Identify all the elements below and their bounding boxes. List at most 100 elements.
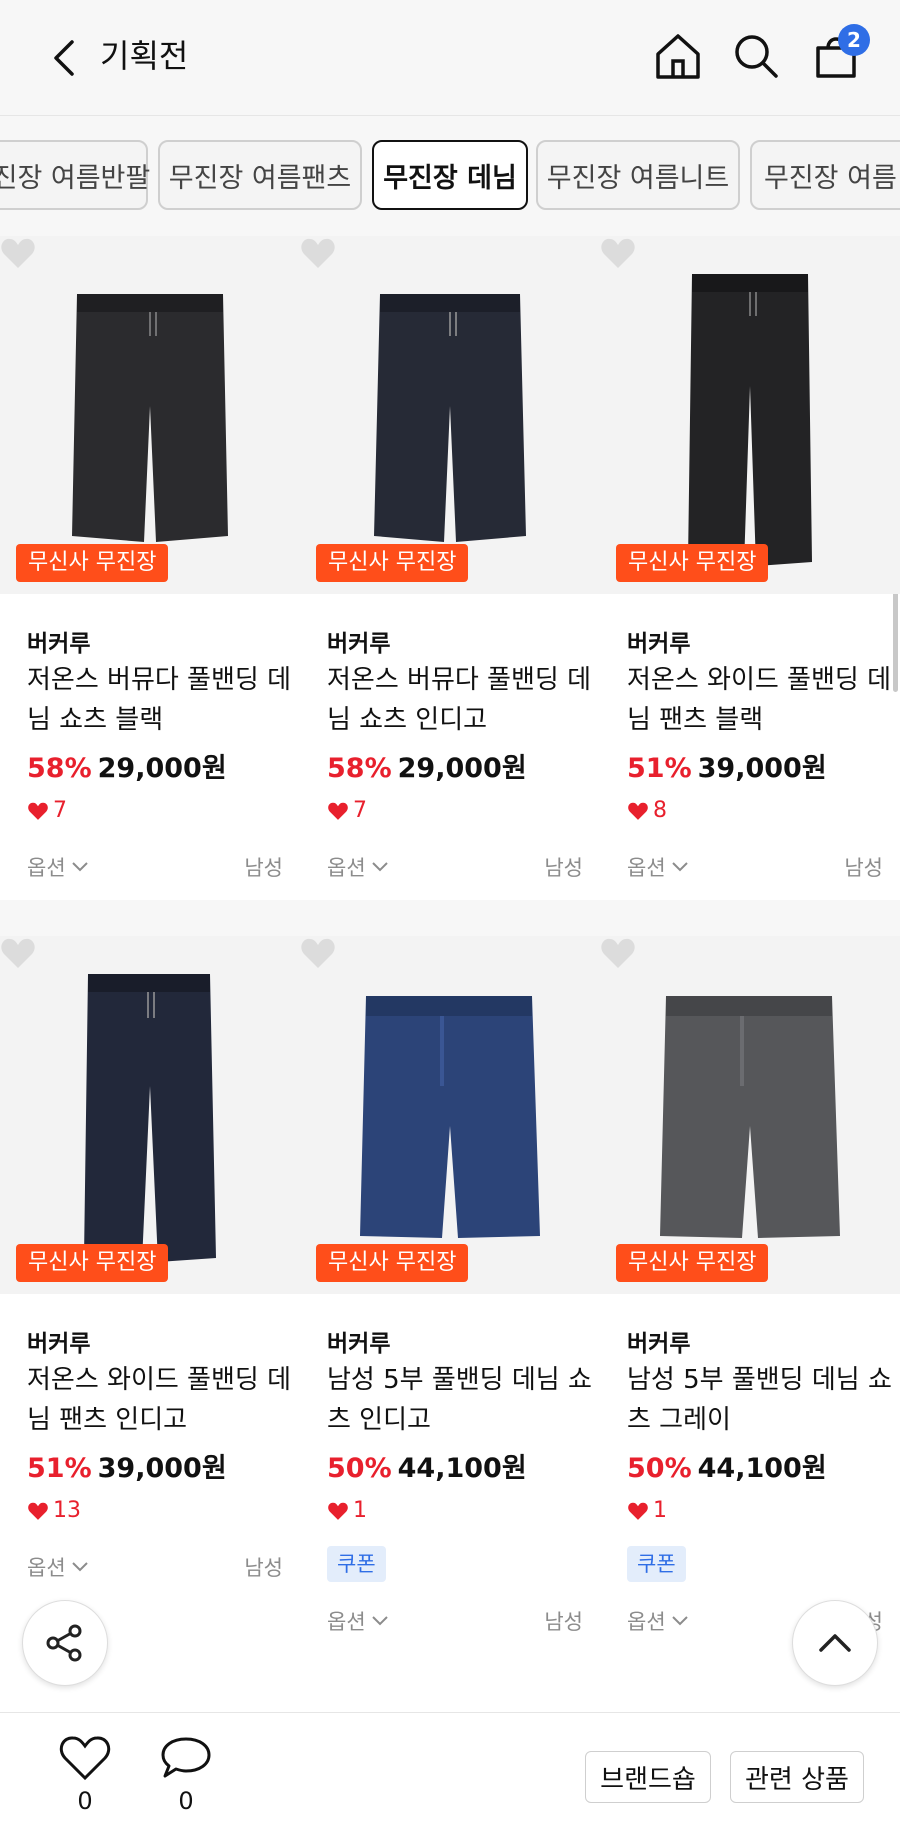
wishlist-heart-icon[interactable] bbox=[300, 936, 336, 970]
option-dropdown[interactable]: 옵션 bbox=[27, 852, 88, 882]
option-dropdown[interactable]: 옵션 bbox=[627, 852, 688, 882]
brand-name: 버커루 bbox=[627, 1331, 691, 1357]
brand-name: 버커루 bbox=[27, 1331, 91, 1357]
product-card[interactable]: 무신사 무진장 버커루 저온스 버뮤다 풀밴딩 데님 쇼츠 인디고 58% 29,… bbox=[300, 236, 600, 936]
option-dropdown[interactable]: 옵션 bbox=[627, 1606, 688, 1636]
product-image[interactable]: 무신사 무진장 bbox=[300, 936, 600, 1294]
price: 39,000원 bbox=[97, 1453, 227, 1484]
price-row: 51% 39,000원 bbox=[27, 1446, 227, 1485]
comment-button[interactable]: 0 bbox=[156, 1735, 216, 1815]
option-row: 옵션 남성 bbox=[27, 852, 283, 886]
share-button[interactable] bbox=[22, 1600, 108, 1686]
wishlist-heart-icon[interactable] bbox=[300, 236, 336, 270]
related-products-button[interactable]: 관련 상품 bbox=[730, 1751, 864, 1803]
tab-label: 무진장 여름팬츠 bbox=[168, 162, 352, 194]
gender-label: 남성 bbox=[544, 856, 583, 880]
product-name[interactable]: 저온스 와이드 풀밴딩 데님 팬츠 인디고 bbox=[27, 1360, 297, 1440]
product-name[interactable]: 남성 5부 풀밴딩 데님 쇼츠 그레이 bbox=[627, 1360, 897, 1440]
price-row: 51% 39,000원 bbox=[627, 746, 827, 785]
comment-total: 0 bbox=[178, 1787, 194, 1815]
musinsa-tag: 무신사 무진장 bbox=[316, 1244, 469, 1282]
brand-shop-button[interactable]: 브랜드숍 bbox=[585, 1751, 711, 1803]
like-count: 7 bbox=[27, 798, 67, 823]
like-count: 7 bbox=[327, 798, 367, 823]
wishlist-heart-icon[interactable] bbox=[600, 236, 636, 270]
tab-label: 무진장 데님 bbox=[383, 162, 517, 194]
option-label: 옵션 bbox=[327, 1610, 366, 1634]
search-button[interactable] bbox=[728, 28, 784, 84]
brand-name: 버커루 bbox=[327, 1331, 391, 1357]
search-icon bbox=[735, 35, 778, 78]
tab-summer-tee[interactable]: 무진장 여름반팔 bbox=[0, 140, 150, 210]
heart-icon bbox=[28, 802, 48, 820]
like-button[interactable]: 0 bbox=[55, 1735, 115, 1815]
product-card[interactable]: 무신사 무진장 버커루 저온스 버뮤다 풀밴딩 데님 쇼츠 블랙 58% 29,0… bbox=[0, 236, 300, 936]
product-image[interactable]: 무신사 무진장 bbox=[0, 936, 300, 1294]
option-dropdown[interactable]: 옵션 bbox=[327, 852, 388, 882]
home-button[interactable] bbox=[650, 28, 706, 84]
option-row: 옵션 남성 bbox=[327, 852, 583, 886]
chevron-up-icon bbox=[819, 1634, 851, 1652]
category-tabs: 무진장 여름반팔 무진장 여름팬츠 무진장 데님 무진장 여름니트 무진장 여름 bbox=[0, 116, 900, 236]
price: 39,000원 bbox=[697, 753, 827, 784]
heart-icon bbox=[328, 1502, 348, 1520]
product-card[interactable]: 무신사 무진장 버커루 남성 5부 풀밴딩 데님 쇼츠 인디고 50% 44,10… bbox=[300, 936, 600, 1696]
price: 44,100원 bbox=[397, 1453, 527, 1484]
tab-denim[interactable]: 무진장 데님 bbox=[372, 140, 528, 210]
price: 29,000원 bbox=[97, 753, 227, 784]
product-card[interactable]: 무신사 무진장 버커루 저온스 와이드 풀밴딩 데님 팬츠 인디고 51% 39,… bbox=[0, 936, 300, 1696]
like-count: 8 bbox=[627, 798, 667, 823]
cart-count-badge: 2 bbox=[838, 24, 870, 56]
chevron-down-icon bbox=[671, 862, 688, 872]
option-label: 옵션 bbox=[27, 856, 66, 880]
gender-label: 남성 bbox=[544, 1610, 583, 1634]
discount-rate: 50% bbox=[327, 1453, 392, 1484]
option-row: 옵션 남성 bbox=[627, 852, 883, 886]
discount-rate: 51% bbox=[627, 753, 692, 784]
option-dropdown[interactable]: 옵션 bbox=[27, 1552, 88, 1582]
discount-rate: 58% bbox=[27, 753, 92, 784]
gender-label: 남성 bbox=[244, 856, 283, 880]
musinsa-tag: 무신사 무진장 bbox=[616, 544, 769, 582]
back-button[interactable] bbox=[44, 32, 84, 84]
discount-rate: 50% bbox=[627, 1453, 692, 1484]
brand-name: 버커루 bbox=[627, 631, 691, 657]
product-image[interactable]: 무신사 무진장 bbox=[600, 936, 900, 1294]
price: 29,000원 bbox=[397, 753, 527, 784]
product-name[interactable]: 남성 5부 풀밴딩 데님 쇼츠 인디고 bbox=[327, 1360, 597, 1440]
product-card[interactable]: 무신사 무진장 버커루 남성 5부 풀밴딩 데님 쇼츠 그레이 50% 44,10… bbox=[600, 936, 900, 1696]
scroll-top-button[interactable] bbox=[792, 1600, 878, 1686]
product-image[interactable]: 무신사 무진장 bbox=[0, 236, 300, 594]
home-icon bbox=[656, 34, 700, 79]
product-image[interactable]: 무신사 무진장 bbox=[300, 236, 600, 594]
wishlist-heart-icon[interactable] bbox=[600, 936, 636, 970]
discount-rate: 58% bbox=[327, 753, 392, 784]
chevron-down-icon bbox=[371, 862, 388, 872]
option-label: 옵션 bbox=[27, 1556, 66, 1580]
page-title: 기획전 bbox=[100, 37, 189, 75]
product-name[interactable]: 저온스 와이드 풀밴딩 데님 팬츠 블랙 bbox=[627, 660, 897, 740]
price-row: 58% 29,000원 bbox=[27, 746, 227, 785]
tab-summer-pants[interactable]: 무진장 여름팬츠 bbox=[158, 140, 362, 210]
tab-summer[interactable]: 무진장 여름 bbox=[750, 140, 900, 210]
option-label: 옵션 bbox=[627, 1610, 666, 1634]
gender-label: 남성 bbox=[844, 856, 883, 880]
product-image[interactable]: 무신사 무진장 bbox=[600, 236, 900, 594]
product-name[interactable]: 저온스 버뮤다 풀밴딩 데님 쇼츠 블랙 bbox=[27, 660, 297, 740]
product-name[interactable]: 저온스 버뮤다 풀밴딩 데님 쇼츠 인디고 bbox=[327, 660, 597, 740]
option-dropdown[interactable]: 옵션 bbox=[327, 1606, 388, 1636]
wishlist-heart-icon[interactable] bbox=[0, 936, 36, 970]
tab-summer-knit[interactable]: 무진장 여름니트 bbox=[536, 140, 740, 210]
option-label: 옵션 bbox=[627, 856, 666, 880]
tab-label: 무진장 여름니트 bbox=[546, 162, 730, 194]
wishlist-heart-icon[interactable] bbox=[0, 236, 36, 270]
cart-button[interactable]: 2 bbox=[808, 24, 870, 84]
bottom-bar: 0 0 브랜드숍 관련 상품 bbox=[0, 1712, 900, 1835]
musinsa-tag: 무신사 무진장 bbox=[16, 544, 169, 582]
speech-bubble-icon bbox=[161, 1737, 211, 1778]
coupon-badge: 쿠폰 bbox=[327, 1546, 386, 1582]
like-number: 8 bbox=[653, 798, 667, 823]
product-card[interactable]: 무신사 무진장 버커루 저온스 와이드 풀밴딩 데님 팬츠 블랙 51% 39,0… bbox=[600, 236, 900, 936]
chevron-down-icon bbox=[671, 1616, 688, 1626]
musinsa-tag: 무신사 무진장 bbox=[16, 1244, 169, 1282]
